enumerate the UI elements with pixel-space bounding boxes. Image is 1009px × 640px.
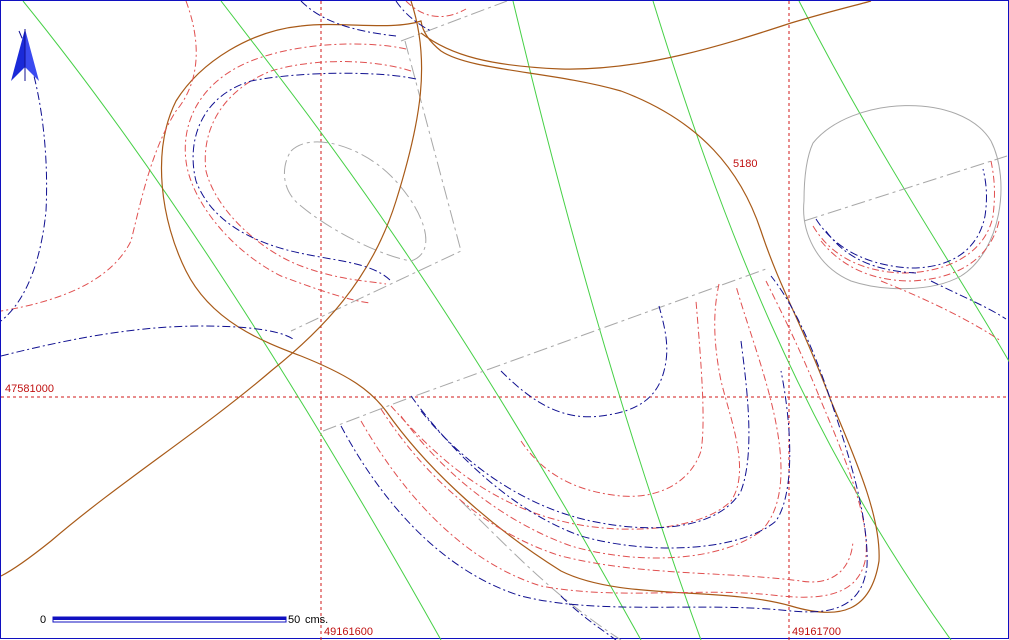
red-contour — [184, 43, 407, 304]
blue-contour-left — [1, 30, 48, 322]
north-arrow-left-half — [11, 29, 25, 81]
blue-contour — [420, 340, 750, 529]
green-lines — [22, 1, 1009, 640]
brown-contours — [1, 1, 880, 613]
north-arrow-icon — [11, 29, 39, 81]
blue-contour — [395, 1, 432, 32]
blue-contours — [1, 1, 1007, 640]
brown-contour-long — [1, 1, 423, 577]
map-canvas[interactable]: 5180 47581000 49161600 49161700 0 50 cms… — [1, 1, 1009, 640]
red-contour — [204, 61, 412, 285]
scale-bar-end-label: 50 — [288, 614, 300, 626]
gray-circle — [803, 105, 1002, 290]
green-line — [22, 1, 442, 640]
contour-label: 5180 — [733, 158, 757, 170]
north-arrow-right-half — [25, 29, 39, 81]
red-contour — [880, 280, 1002, 342]
blue-contour — [410, 370, 791, 549]
red-contour-circle — [812, 160, 995, 274]
red-contour — [390, 283, 741, 530]
scale-bar-unit-label: cms. — [305, 614, 328, 626]
scale-bar: 0 50 cms. — [40, 614, 328, 626]
green-line — [798, 1, 1009, 363]
blue-contour — [500, 305, 668, 418]
easting-label-left: 49161600 — [324, 626, 373, 638]
northing-label: 47581000 — [5, 383, 54, 395]
red-contour — [380, 408, 854, 583]
brown-contour-top — [420, 1, 872, 70]
red-contour — [360, 280, 867, 598]
gray-polygon — [290, 40, 462, 332]
easting-label-right: 49161700 — [792, 626, 841, 638]
red-contour — [1, 1, 197, 312]
blue-contour — [340, 275, 868, 613]
green-line — [512, 1, 702, 640]
blue-contour-loop — [192, 72, 417, 282]
red-contour — [520, 300, 704, 497]
map-frame[interactable]: 5180 47581000 49161600 49161700 0 50 cms… — [0, 0, 1009, 640]
blue-contour — [1, 325, 294, 357]
red-contours — [1, 1, 1002, 598]
red-contour — [400, 285, 782, 559]
scale-bar-start-label: 0 — [40, 614, 46, 626]
blue-contour — [300, 1, 397, 37]
scale-bar-fill — [53, 617, 286, 620]
gray-boundaries — [283, 1, 1008, 640]
blue-contour — [560, 595, 617, 640]
blue-contour — [930, 280, 1007, 320]
gray-small-closed — [283, 141, 427, 262]
brown-contour-main — [160, 20, 880, 613]
blue-contour-circle — [825, 230, 917, 274]
gray-line-right — [803, 155, 1008, 222]
